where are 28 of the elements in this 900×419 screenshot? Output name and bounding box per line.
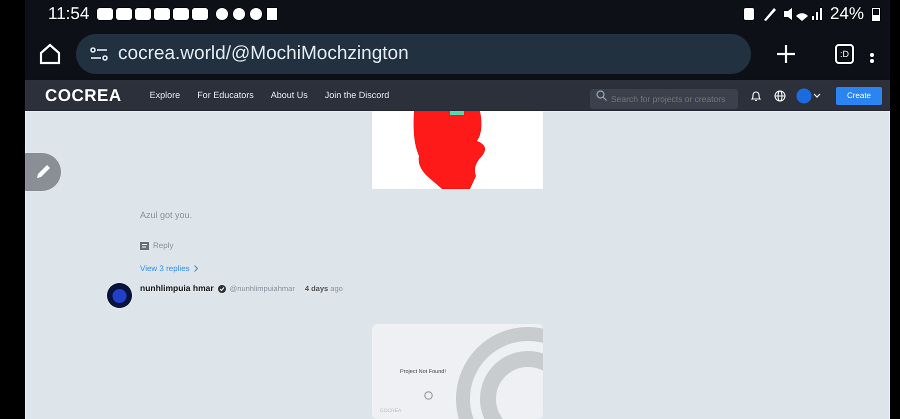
edit-button[interactable] xyxy=(25,153,61,191)
user-avatar xyxy=(107,282,132,308)
chevron-icon xyxy=(194,265,198,272)
create-button[interactable]: Create xyxy=(836,86,882,104)
nav-link[interactable]: Explore xyxy=(150,88,180,102)
avatar-menu[interactable] xyxy=(796,88,822,104)
search-icon xyxy=(596,90,607,101)
author-name[interactable]: nunhlimpuia hmar xyxy=(140,282,214,295)
nav-link[interactable]: Join the Discord xyxy=(324,88,390,102)
address-bar[interactable]: cocrea.world/@MochiMochzington xyxy=(76,34,751,74)
site-logo[interactable]: COCREA xyxy=(45,82,122,108)
tab-count-button[interactable]: :D xyxy=(835,44,854,64)
comment-icon xyxy=(140,242,149,250)
new-tab-icon[interactable] xyxy=(775,43,797,65)
search-field[interactable]: Search for projects or creators xyxy=(590,88,738,108)
circle-icon xyxy=(424,390,433,400)
bell-icon[interactable] xyxy=(750,90,762,102)
nav-link[interactable]: For Educators xyxy=(197,88,254,102)
battery-icon xyxy=(872,7,880,21)
home-icon[interactable] xyxy=(38,42,62,66)
nav-link[interactable]: About Us xyxy=(270,88,308,102)
site-settings-icon xyxy=(90,47,108,61)
clock-time: 11:54 xyxy=(48,3,90,26)
comment-text: Azul got you. xyxy=(140,209,194,222)
battery-percent: 24% xyxy=(830,3,864,26)
globe-icon[interactable] xyxy=(774,90,786,102)
pencil-icon xyxy=(34,163,52,181)
verified-icon xyxy=(218,284,226,292)
